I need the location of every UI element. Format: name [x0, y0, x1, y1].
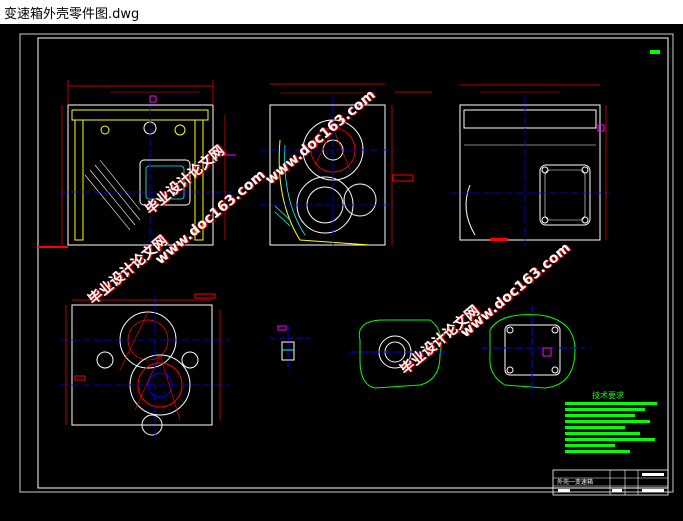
drawing-canvas[interactable]: 技术要求 外壳一变速箱 毕业设计论文网 毕业设计论文网 www.doc163.c…: [0, 24, 683, 521]
view-detail-center: [270, 325, 310, 372]
watermark-text: www.doc163.com: [262, 87, 378, 188]
drawing-frame: [19, 33, 674, 493]
corner-mark: [650, 50, 660, 54]
cad-drawing: 技术要求 外壳一变速箱 毕业设计论文网 毕业设计论文网 www.doc163.c…: [19, 33, 674, 496]
window-title-bar: 变速箱外壳零件图.dwg: [0, 0, 683, 24]
title-block-part-name: 外壳一变速箱: [557, 478, 593, 486]
window-title: 变速箱外壳零件图.dwg: [4, 7, 140, 22]
watermark-text: www.doc163.com: [457, 240, 573, 341]
view-section-bottom-left: [60, 293, 230, 440]
watermark-text: 毕业设计论文网: [85, 232, 171, 308]
view-top-right: [450, 84, 610, 250]
technical-notes: 技术要求: [565, 390, 657, 453]
notes-title: 技术要求: [592, 390, 624, 400]
title-block: 外壳一变速箱: [552, 469, 669, 496]
